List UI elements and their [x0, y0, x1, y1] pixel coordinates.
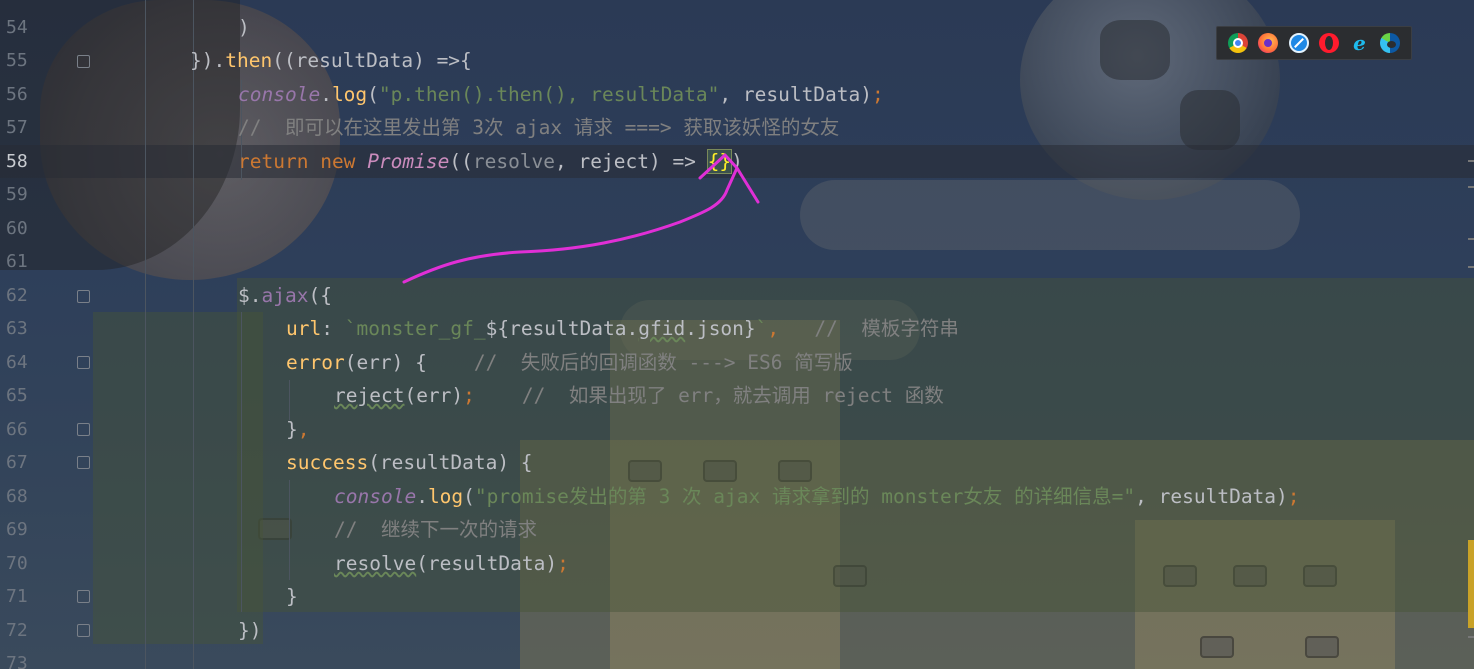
safari-icon[interactable] [1288, 33, 1309, 53]
scrollbar-marker[interactable] [1468, 238, 1474, 240]
scrollbar-marker[interactable] [1468, 186, 1474, 188]
opera-icon[interactable] [1319, 33, 1340, 53]
scrollbar-marker[interactable] [1468, 160, 1474, 162]
edge-icon[interactable] [1379, 33, 1400, 53]
hand-drawn-arrow-annotation [402, 153, 760, 284]
ie-icon[interactable]: e [1349, 33, 1369, 53]
chrome-icon[interactable] [1228, 33, 1249, 53]
scrollbar-marker[interactable] [1468, 266, 1474, 268]
browser-preview-toolbar: e [1216, 26, 1412, 60]
scrollbar-warning-marker[interactable] [1468, 540, 1474, 628]
scrollbar-marker[interactable] [1468, 636, 1474, 638]
firefox-icon[interactable] [1258, 33, 1279, 53]
code-editor[interactable]: 54 55 56 57 58 59 60 61 62 63 64 65 66 6… [0, 0, 1474, 669]
